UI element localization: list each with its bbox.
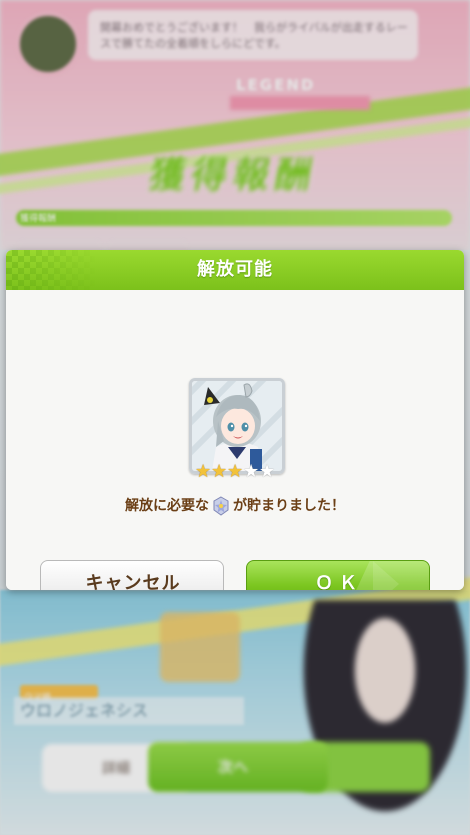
unlock-dialog: 解放可能 ★ ★ ★ ★ ★ 解放に必要な が貯まりました！ キャンセル ＯＫ — [6, 250, 464, 590]
cancel-button[interactable]: キャンセル — [40, 560, 224, 590]
star-filled-icon: ★ — [227, 461, 244, 482]
dialog-title: 解放可能 — [197, 259, 273, 280]
ok-button[interactable]: ＯＫ — [246, 560, 430, 590]
ok-button-label: ＯＫ — [315, 573, 363, 590]
character-card-portrait — [189, 378, 285, 474]
character-portrait-icon — [192, 381, 282, 471]
dialog-header: 解放可能 — [6, 250, 464, 290]
star-filled-icon: ★ — [211, 461, 228, 482]
star-empty-icon: ★ — [259, 461, 276, 482]
cancel-button-label: キャンセル — [85, 573, 181, 590]
message-text-before: 解放に必要な — [125, 498, 209, 514]
piece-icon — [211, 496, 231, 516]
message-text-after: が貯まりました！ — [233, 498, 345, 514]
rarity-stars: ★ ★ ★ ★ ★ — [195, 463, 275, 483]
unlock-message: 解放に必要な が貯まりました！ — [6, 495, 464, 517]
star-empty-icon: ★ — [243, 461, 260, 482]
dialog-body: ★ ★ ★ ★ ★ 解放に必要な が貯まりました！ キャンセル ＯＫ — [6, 290, 464, 590]
star-filled-icon: ★ — [195, 461, 212, 482]
